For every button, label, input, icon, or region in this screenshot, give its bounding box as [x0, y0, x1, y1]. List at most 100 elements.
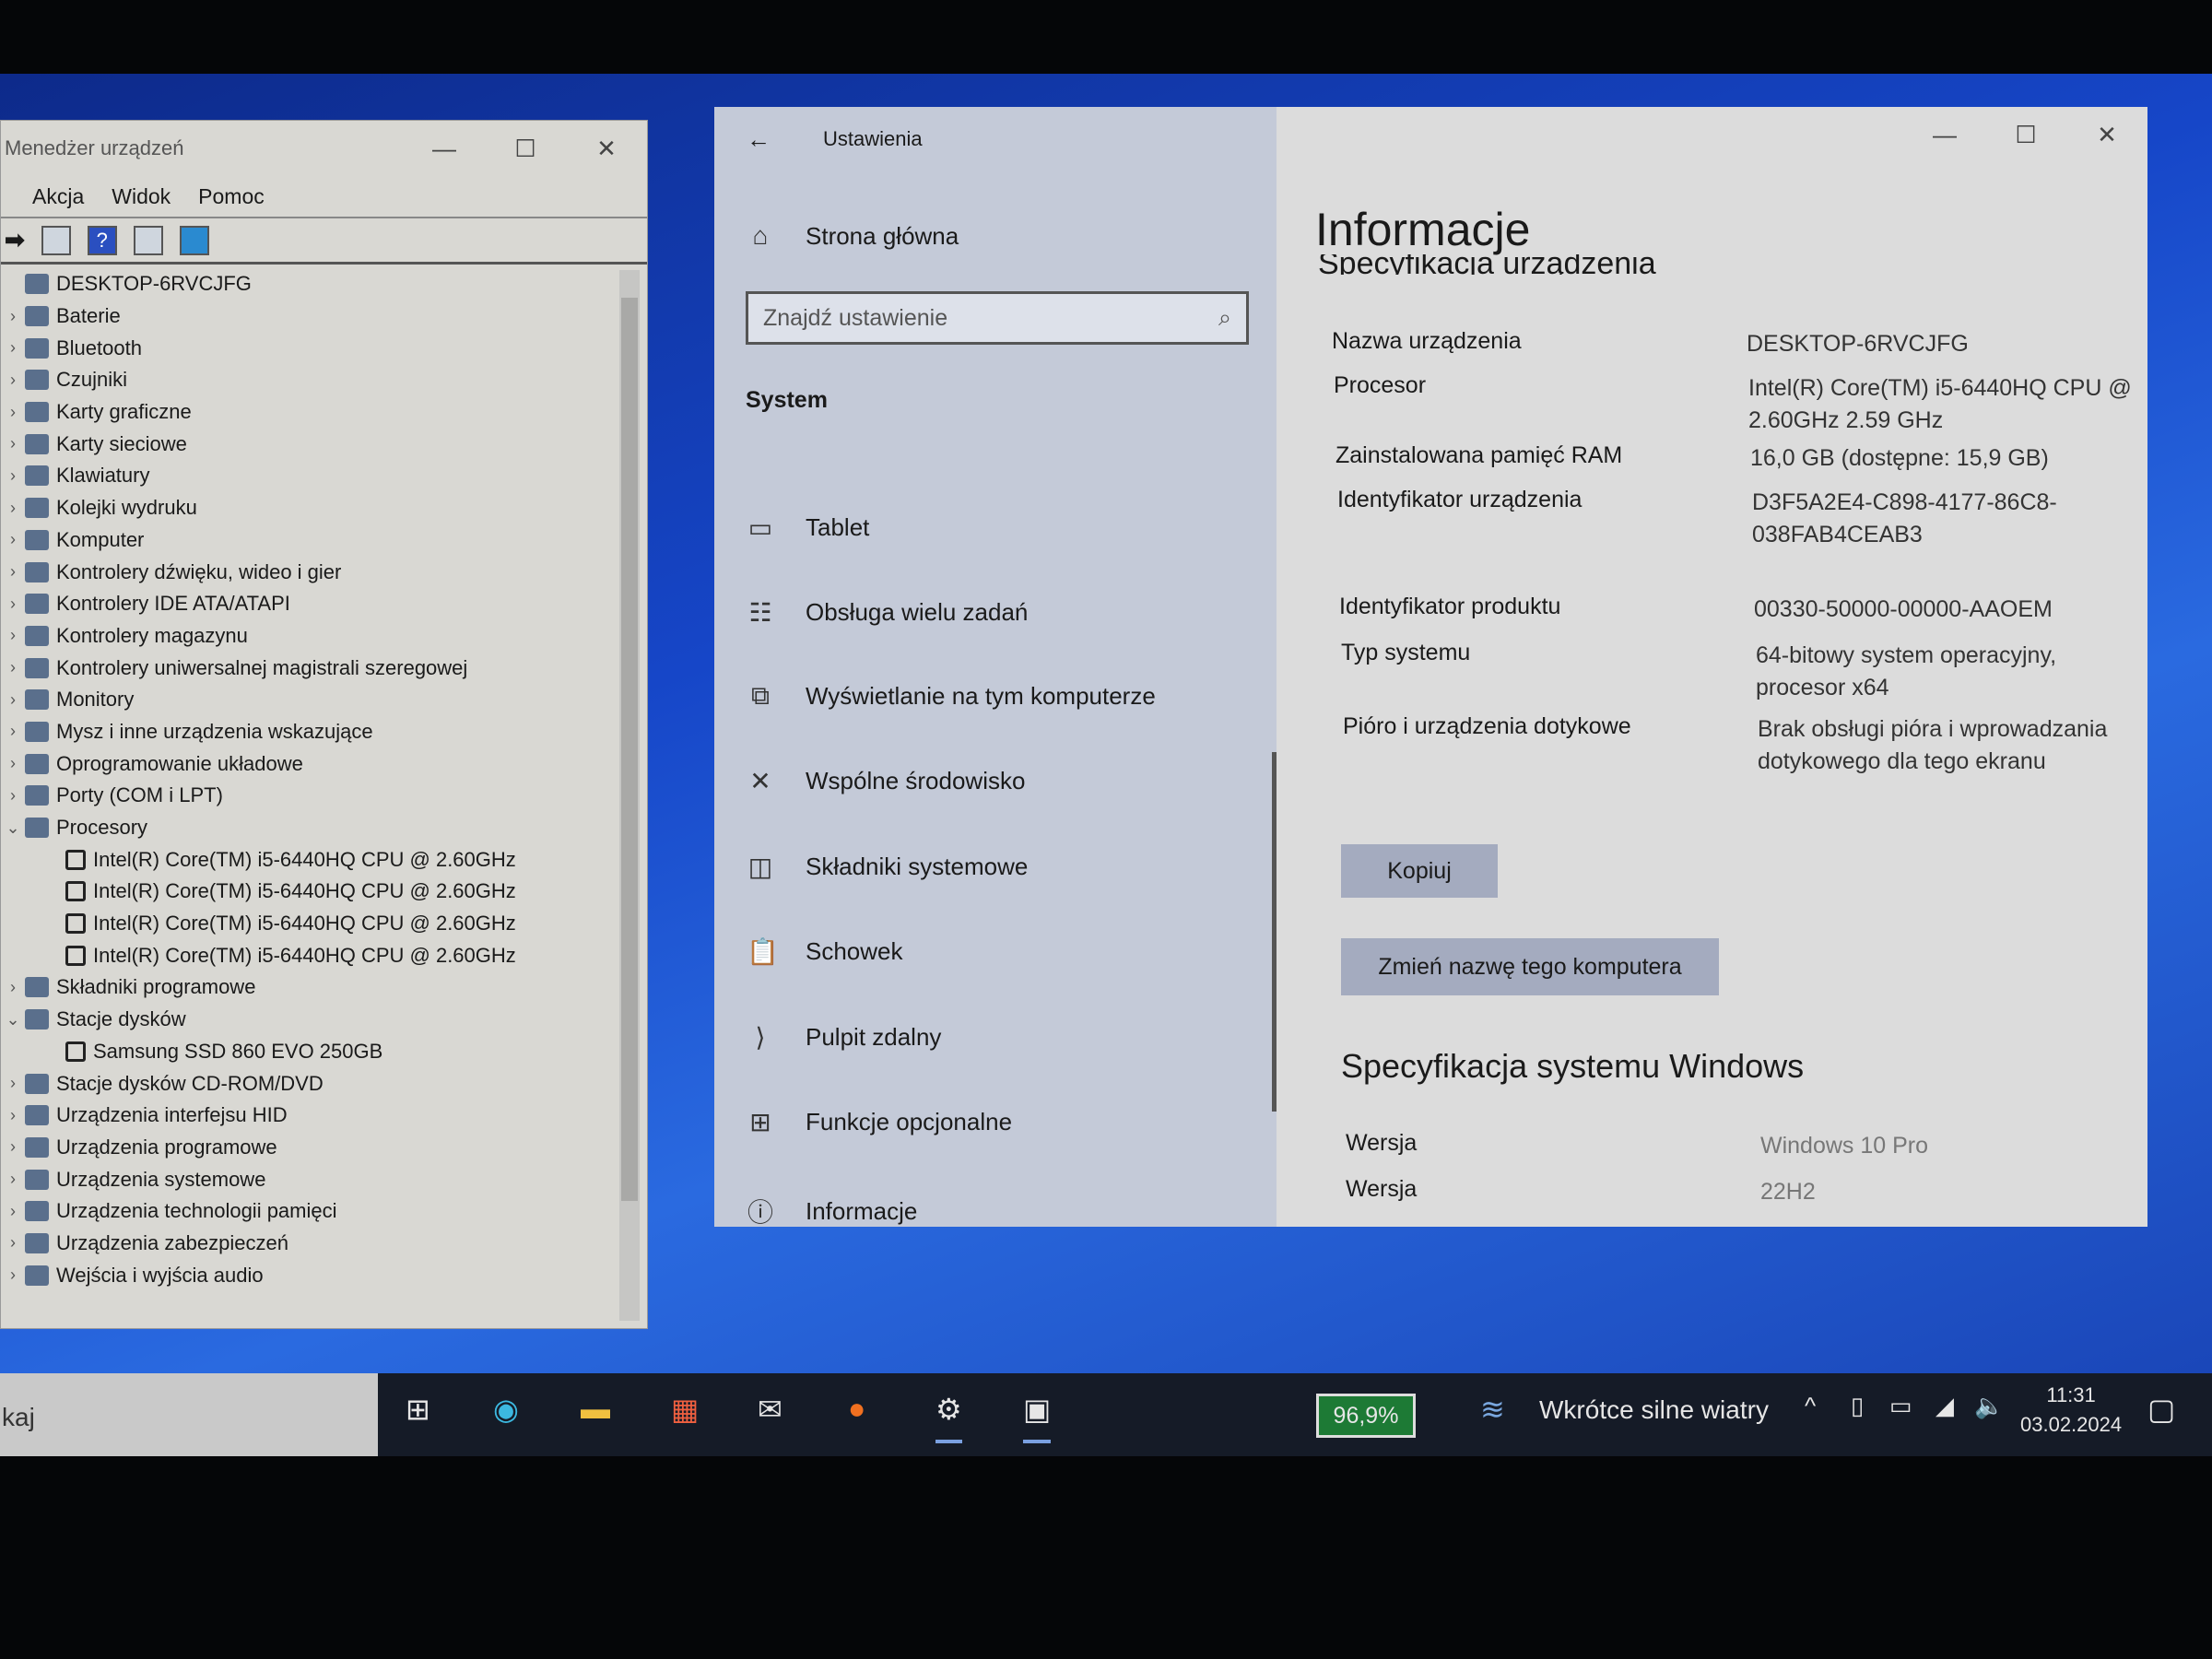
properties-icon[interactable] — [41, 225, 71, 255]
copy-button[interactable]: Kopiuj — [1341, 844, 1498, 898]
nav-item[interactable]: ✕ Wspólne środowisko — [747, 766, 1025, 796]
tree-item[interactable]: › Kolejki wydruku — [1, 492, 609, 524]
tree-item[interactable]: › Urządzenia programowe — [1, 1132, 609, 1164]
tree-item[interactable]: › Kontrolery dźwięku, wideo i gier — [1, 556, 609, 588]
chevron-right-icon[interactable]: › — [1, 338, 25, 358]
nav-item[interactable]: ⓘ Informacje — [747, 1193, 917, 1230]
chevron-right-icon[interactable]: › — [1, 466, 25, 486]
tree-item[interactable]: › Komputer — [1, 524, 609, 557]
chevron-right-icon[interactable]: › — [1, 1074, 25, 1093]
chevron-right-icon[interactable]: › — [1, 594, 25, 614]
chevron-right-icon[interactable]: › — [1, 434, 25, 453]
search-box[interactable]: kaj — [0, 1373, 378, 1456]
device-manager-icon[interactable]: ▣ — [1023, 1392, 1052, 1443]
tree-item[interactable]: › Urządzenia interfejsu HID — [1, 1100, 609, 1132]
tree-item[interactable]: › Kontrolery IDE ATA/ATAPI — [1, 588, 609, 620]
chevron-right-icon[interactable]: › — [1, 658, 25, 677]
nav-item[interactable]: ◫ Składniki systemowe — [747, 852, 1029, 882]
nav-item[interactable]: ⧉ Wyświetlanie na tym komputerze — [747, 681, 1156, 712]
chevron-right-icon[interactable]: › — [1, 562, 25, 582]
chevron-right-icon[interactable]: › — [1, 978, 25, 997]
tree-item[interactable]: DESKTOP-6RVCJFG — [1, 268, 609, 300]
spec-value[interactable]: Windows 10 Pro — [1760, 1130, 2157, 1162]
spec-value[interactable]: Intel(R) Core(TM) i5-6440HQ CPU @ 2.60GH… — [1748, 372, 2145, 437]
tree-item[interactable]: › Oprogramowanie układowe — [1, 747, 609, 780]
tree-item[interactable]: › Stacje dysków CD-ROM/DVD — [1, 1067, 609, 1100]
scrollbar-thumb[interactable] — [621, 298, 638, 1201]
chevron-down-icon[interactable]: ⌄ — [1, 818, 25, 838]
battery-icon[interactable]: ▭ — [1889, 1392, 1912, 1420]
help-icon[interactable]: ? — [87, 225, 117, 255]
tree-item[interactable]: › Składniki programowe — [1, 971, 609, 1004]
file-explorer-icon[interactable]: ▬ — [581, 1392, 610, 1426]
maximize-button[interactable]: ☐ — [1985, 107, 2066, 162]
chevron-right-icon[interactable]: › — [1, 1170, 25, 1189]
chevron-right-icon[interactable]: › — [1, 1137, 25, 1157]
tree-item[interactable]: › Karty graficzne — [1, 396, 609, 429]
edge-icon[interactable]: ◉ — [493, 1392, 519, 1427]
task-view-icon[interactable]: ⊞ — [406, 1392, 430, 1427]
scan-monitor-icon[interactable] — [179, 225, 209, 255]
chevron-up-icon[interactable]: ^ — [1805, 1392, 1816, 1420]
view-icon[interactable] — [133, 225, 163, 255]
close-button[interactable]: ✕ — [566, 121, 647, 176]
tree-item[interactable]: › Czujniki — [1, 364, 609, 396]
nav-item[interactable]: ▭ Tablet — [747, 512, 870, 543]
tree-item[interactable]: › Baterie — [1, 300, 609, 333]
chevron-right-icon[interactable]: › — [1, 722, 25, 741]
tree-item[interactable]: ⌄ Stacje dysków — [1, 1004, 609, 1036]
chevron-right-icon[interactable]: › — [1, 530, 25, 549]
chevron-right-icon[interactable]: › — [1, 786, 25, 806]
tree-item[interactable]: ⌄ Procesory — [1, 812, 609, 844]
nav-item[interactable]: ☷ Obsługa wielu zadań — [747, 597, 1028, 628]
nav-item[interactable]: ⊞ Funkcje opcjonalne — [747, 1107, 1012, 1137]
nav-item[interactable]: ⟩ Pulpit zdalny — [747, 1022, 942, 1053]
nav-item[interactable]: 📋 Schowek — [747, 936, 903, 967]
tree-item[interactable]: › Urządzenia systemowe — [1, 1163, 609, 1195]
tree-item[interactable]: › Wejścia i wyjścia audio — [1, 1259, 609, 1291]
tree-item[interactable]: Samsung SSD 860 EVO 250GB — [1, 1036, 609, 1068]
tree-item[interactable]: › Bluetooth — [1, 332, 609, 364]
volume-icon[interactable]: 🔈 — [1974, 1392, 2004, 1420]
chevron-down-icon[interactable]: ⌄ — [1, 1010, 25, 1030]
spec-value[interactable]: 00330-50000-00000-AAOEM — [1754, 594, 2150, 626]
search-input[interactable]: Znajdź ustawienie ⌕ — [746, 291, 1249, 345]
chevron-right-icon[interactable]: › — [1, 403, 25, 422]
chevron-right-icon[interactable]: › — [1, 1106, 25, 1125]
tree-item[interactable]: › Kontrolery magazynu — [1, 620, 609, 653]
menu-widok[interactable]: Widok — [112, 184, 171, 209]
menu-akcja[interactable]: Akcja — [32, 184, 84, 209]
chevron-right-icon[interactable]: › — [1, 754, 25, 773]
tree-item[interactable]: › Monitory — [1, 684, 609, 716]
tree-item[interactable]: Intel(R) Core(TM) i5-6440HQ CPU @ 2.60GH… — [1, 908, 609, 940]
tree-item[interactable]: › Urządzenia technologii pamięci — [1, 1195, 609, 1228]
scrollbar[interactable] — [619, 270, 640, 1321]
chevron-right-icon[interactable]: › — [1, 1265, 25, 1285]
chevron-right-icon[interactable]: › — [1, 1202, 25, 1221]
notifications-icon[interactable]: ▢ — [2147, 1392, 2175, 1427]
wind-weather-icon[interactable]: ≋ — [1480, 1392, 1505, 1427]
tree-item[interactable]: › Kontrolery uniwersalnej magistrali szer… — [1, 652, 609, 684]
wifi-icon[interactable]: ◢ — [1936, 1392, 1954, 1420]
spec-value[interactable]: DESKTOP-6RVCJFG — [1747, 328, 2143, 360]
chevron-right-icon[interactable]: › — [1, 690, 25, 710]
firefox-icon[interactable]: ● — [848, 1392, 865, 1426]
clock[interactable]: 11:31 03.02.2024 — [2020, 1381, 2122, 1440]
maximize-button[interactable]: ☐ — [485, 121, 566, 176]
tree-item[interactable]: › Urządzenia zabezpieczeń — [1, 1228, 609, 1260]
forward-icon[interactable]: ➡ — [5, 226, 25, 254]
nav-home[interactable]: ⌂ Strona główna — [747, 221, 959, 251]
tree-item[interactable]: › Klawiatury — [1, 460, 609, 492]
spec-value[interactable]: Brak obsługi pióra i wprowadzania dotyko… — [1758, 713, 2154, 778]
chevron-right-icon[interactable]: › — [1, 1233, 25, 1253]
chevron-right-icon[interactable]: › — [1, 307, 25, 326]
spec-value[interactable]: 16,0 GB (dostępne: 15,9 GB) — [1750, 442, 2147, 475]
rename-computer-button[interactable]: Zmień nazwę tego komputera — [1341, 938, 1719, 995]
weather-text[interactable]: Wkrótce silne wiatry — [1539, 1395, 1769, 1425]
battery-indicator[interactable]: 96,9% — [1316, 1394, 1416, 1438]
tree-item[interactable]: › Mysz i inne urządzenia wskazujące — [1, 716, 609, 748]
minimize-button[interactable]: — — [404, 121, 485, 176]
spec-value[interactable]: 22H2 — [1760, 1176, 2157, 1208]
tree-item[interactable]: Intel(R) Core(TM) i5-6440HQ CPU @ 2.60GH… — [1, 876, 609, 908]
chevron-right-icon[interactable]: › — [1, 626, 25, 645]
